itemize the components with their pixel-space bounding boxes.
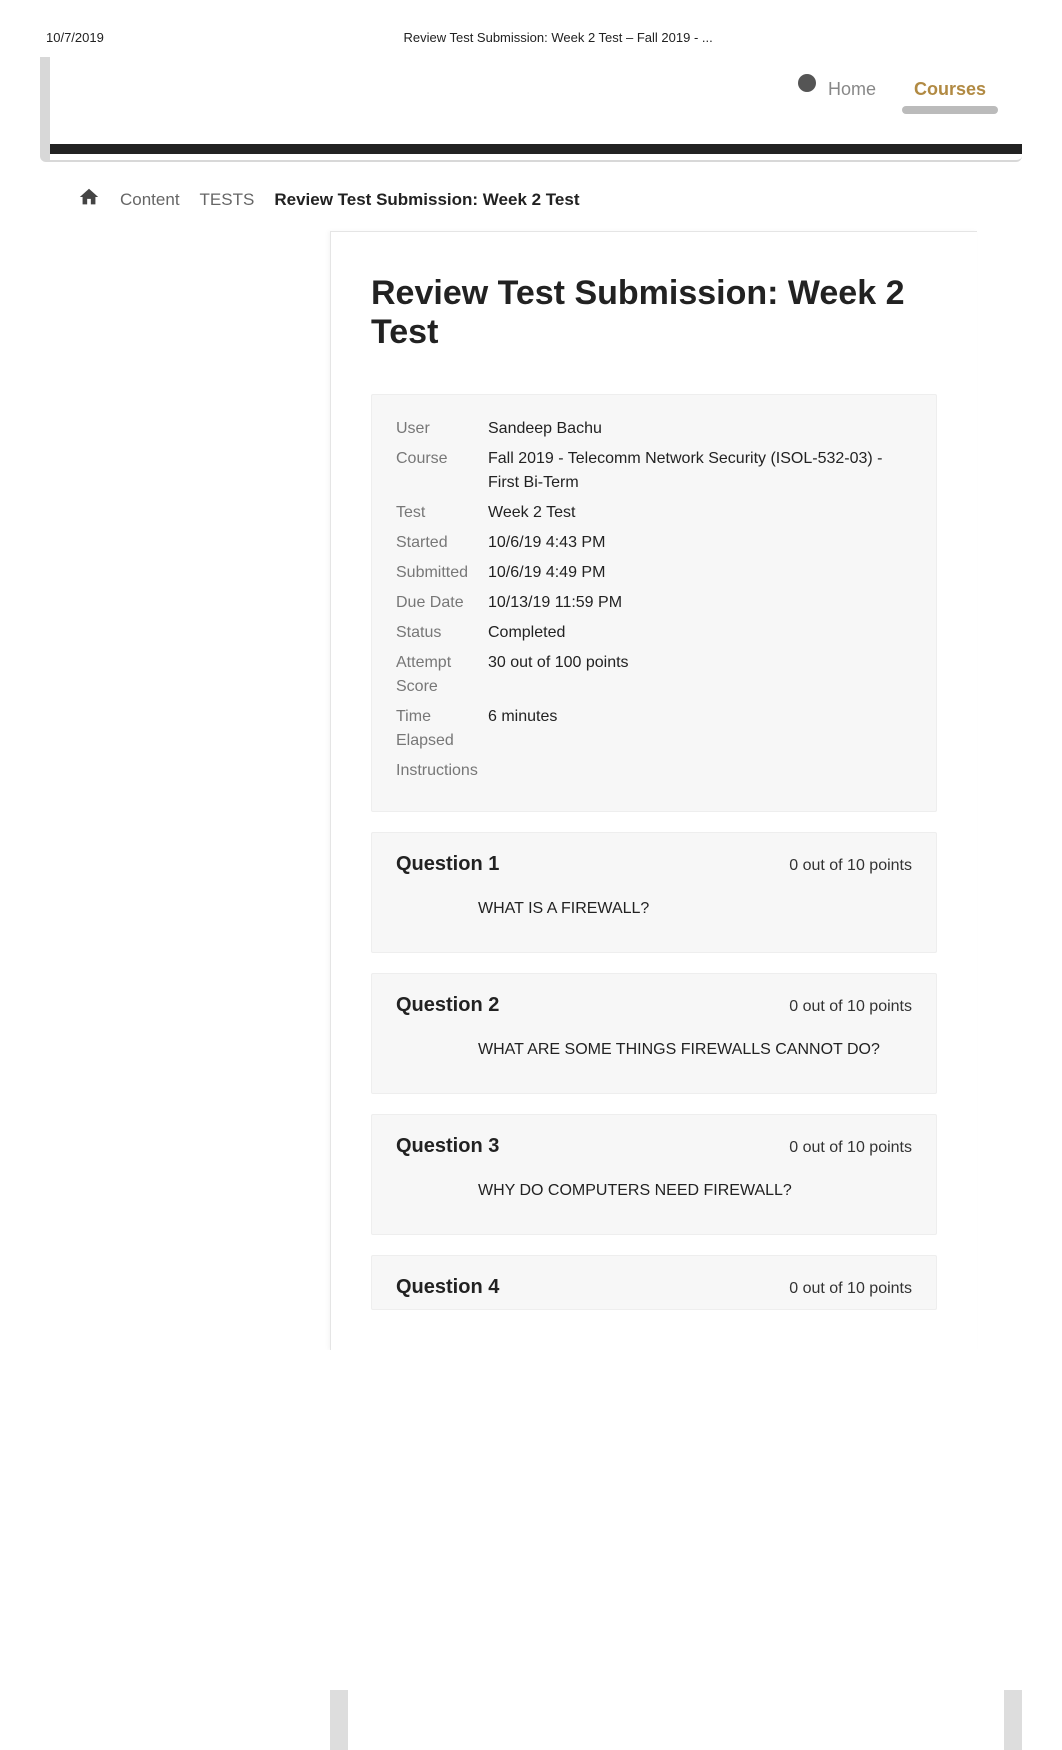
content-area: Review Test Submission: Week 2 Test User… bbox=[330, 231, 977, 1350]
info-value: Completed bbox=[488, 621, 912, 645]
question-block: Question 2 0 out of 10 points WHAT ARE S… bbox=[371, 973, 937, 1094]
question-block: Question 3 0 out of 10 points WHY DO COM… bbox=[371, 1114, 937, 1235]
info-row-course: Course Fall 2019 - Telecomm Network Secu… bbox=[396, 447, 912, 495]
info-label: Submitted bbox=[396, 561, 488, 585]
info-label: Started bbox=[396, 531, 488, 555]
info-row-started: Started 10/6/19 4:43 PM bbox=[396, 531, 912, 555]
nav-courses-underline bbox=[902, 106, 998, 114]
info-label: Due Date bbox=[396, 591, 488, 615]
info-value: 6 minutes bbox=[488, 705, 912, 753]
question-title: Question 2 bbox=[396, 994, 499, 1017]
info-label: Status bbox=[396, 621, 488, 645]
breadcrumb-current: Review Test Submission: Week 2 Test bbox=[274, 190, 579, 210]
info-value bbox=[488, 759, 912, 783]
print-date: 10/7/2019 bbox=[46, 30, 104, 45]
notification-dot-icon bbox=[798, 74, 816, 92]
info-label: Course bbox=[396, 447, 488, 495]
info-row-time: Time Elapsed 6 minutes bbox=[396, 705, 912, 753]
breadcrumb: Content TESTS Review Test Submission: We… bbox=[40, 162, 1022, 231]
home-icon[interactable] bbox=[78, 186, 100, 213]
info-row-user: User Sandeep Bachu bbox=[396, 417, 912, 441]
question-title: Question 3 bbox=[396, 1135, 499, 1158]
print-title: Review Test Submission: Week 2 Test – Fa… bbox=[403, 30, 712, 45]
bottom-bars bbox=[40, 1690, 1022, 1750]
question-text: WHY DO COMPUTERS NEED FIREWALL? bbox=[396, 1182, 912, 1200]
info-label: Test bbox=[396, 501, 488, 525]
info-value: Sandeep Bachu bbox=[488, 417, 912, 441]
blur-zone bbox=[40, 1350, 1022, 1690]
info-value: 10/6/19 4:43 PM bbox=[488, 531, 912, 555]
question-block: Question 1 0 out of 10 points WHAT IS A … bbox=[371, 832, 937, 953]
page-title: Review Test Submission: Week 2 Test bbox=[371, 274, 937, 352]
info-label: Instructions bbox=[396, 759, 488, 783]
info-row-instructions: Instructions bbox=[396, 759, 912, 783]
breadcrumb-content[interactable]: Content bbox=[120, 190, 180, 210]
question-title: Question 1 bbox=[396, 853, 499, 876]
print-spacer bbox=[1012, 30, 1016, 45]
info-value: Week 2 Test bbox=[488, 501, 912, 525]
question-points: 0 out of 10 points bbox=[789, 1280, 912, 1298]
question-points: 0 out of 10 points bbox=[789, 998, 912, 1016]
info-value: Fall 2019 - Telecomm Network Security (I… bbox=[488, 447, 912, 495]
print-header: 10/7/2019 Review Test Submission: Week 2… bbox=[0, 0, 1062, 57]
question-title: Question 4 bbox=[396, 1276, 499, 1299]
info-row-submitted: Submitted 10/6/19 4:49 PM bbox=[396, 561, 912, 585]
question-block: Question 4 0 out of 10 points bbox=[371, 1255, 937, 1310]
info-value: 10/6/19 4:49 PM bbox=[488, 561, 912, 585]
nav-home-link[interactable]: Home bbox=[828, 79, 876, 100]
info-row-test: Test Week 2 Test bbox=[396, 501, 912, 525]
question-points: 0 out of 10 points bbox=[789, 1139, 912, 1157]
info-label: User bbox=[396, 417, 488, 441]
info-row-score: Attempt Score 30 out of 100 points bbox=[396, 651, 912, 699]
question-text: WHAT ARE SOME THINGS FIREWALLS CANNOT DO… bbox=[396, 1041, 912, 1059]
nav-courses-link[interactable]: Courses bbox=[914, 79, 986, 99]
info-label: Time Elapsed bbox=[396, 705, 488, 753]
info-value: 10/13/19 11:59 PM bbox=[488, 591, 912, 615]
info-row-status: Status Completed bbox=[396, 621, 912, 645]
info-label: Attempt Score bbox=[396, 651, 488, 699]
question-text: WHAT IS A FIREWALL? bbox=[396, 900, 912, 918]
question-points: 0 out of 10 points bbox=[789, 857, 912, 875]
info-value: 30 out of 100 points bbox=[488, 651, 912, 699]
info-row-due: Due Date 10/13/19 11:59 PM bbox=[396, 591, 912, 615]
breadcrumb-tests[interactable]: TESTS bbox=[200, 190, 255, 210]
info-panel: User Sandeep Bachu Course Fall 2019 - Te… bbox=[371, 394, 937, 812]
top-nav: Home Courses bbox=[50, 57, 1022, 154]
